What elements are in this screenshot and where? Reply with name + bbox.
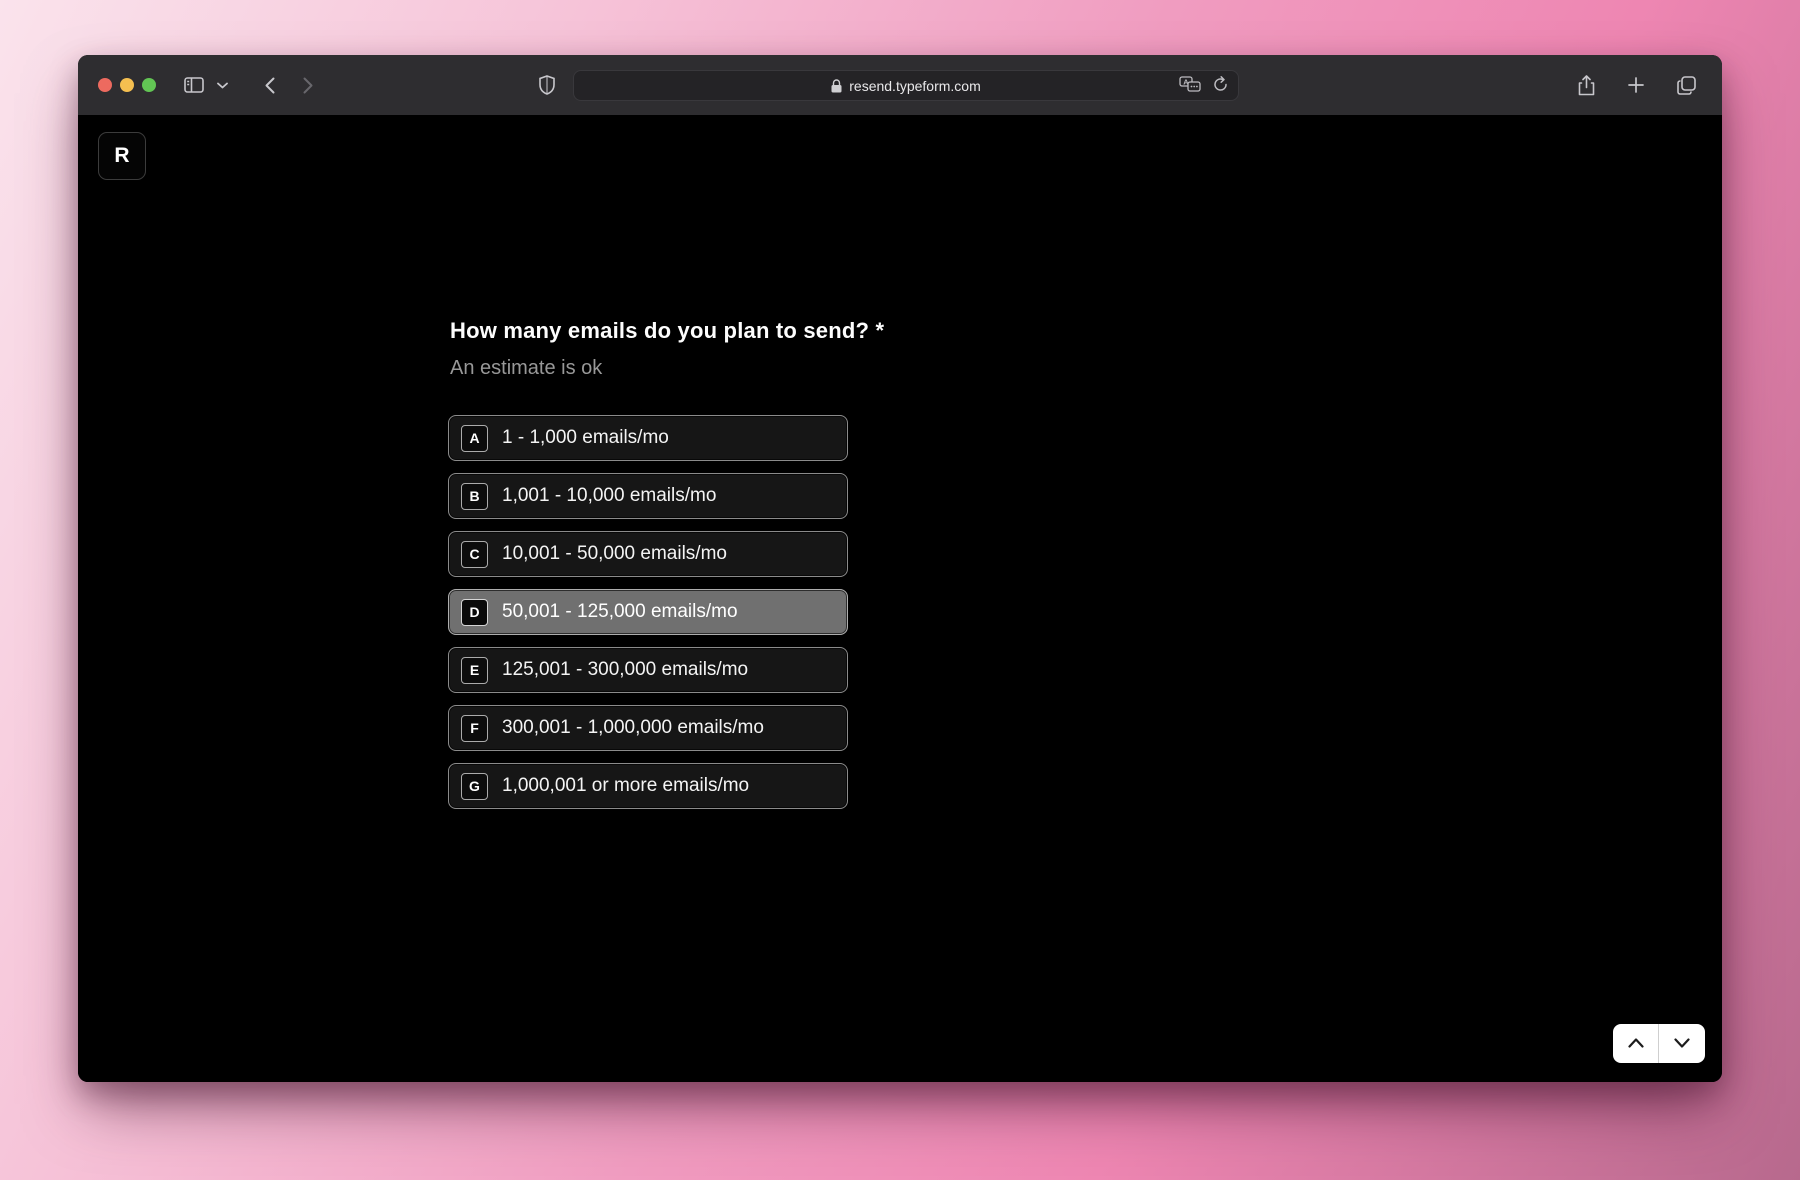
form-navigation xyxy=(1613,1024,1705,1063)
option-a[interactable]: A 1 - 1,000 emails/mo xyxy=(448,415,848,461)
lock-icon xyxy=(831,79,842,93)
url-text: resend.typeform.com xyxy=(849,78,981,94)
share-icon xyxy=(1578,75,1595,96)
next-question-button[interactable] xyxy=(1659,1024,1705,1063)
privacy-report-button[interactable] xyxy=(531,70,563,100)
resend-logo[interactable]: R xyxy=(98,132,146,180)
option-b[interactable]: B 1,001 - 10,000 emails/mo xyxy=(448,473,848,519)
sidebar-toggle-button[interactable] xyxy=(178,70,210,100)
option-label: 1,001 - 10,000 emails/mo xyxy=(502,485,716,507)
page-content: R How many emails do you plan to send? *… xyxy=(78,115,1722,1082)
option-key-badge: B xyxy=(461,483,488,510)
question-title: How many emails do you plan to send? * xyxy=(450,318,884,344)
zoom-window-button[interactable] xyxy=(142,78,156,92)
option-label: 300,001 - 1,000,000 emails/mo xyxy=(502,717,764,739)
option-f[interactable]: F 300,001 - 1,000,000 emails/mo xyxy=(448,705,848,751)
option-e[interactable]: E 125,001 - 300,000 emails/mo xyxy=(448,647,848,693)
new-tab-button[interactable] xyxy=(1620,70,1652,100)
option-key-badge: E xyxy=(461,657,488,684)
chevron-up-icon xyxy=(1628,1035,1644,1053)
browser-toolbar: resend.typeform.com A xyxy=(78,55,1722,115)
chevron-right-icon xyxy=(303,77,313,94)
option-key-badge: F xyxy=(461,715,488,742)
close-window-button[interactable] xyxy=(98,78,112,92)
option-key-badge: D xyxy=(461,599,488,626)
browser-window: resend.typeform.com A xyxy=(78,55,1722,1082)
previous-question-button[interactable] xyxy=(1613,1024,1659,1063)
sidebar-icon xyxy=(184,77,204,93)
chevron-down-nav-icon xyxy=(1674,1035,1690,1053)
forward-button[interactable] xyxy=(292,70,324,100)
tabs-overview-icon xyxy=(1677,76,1696,95)
window-controls xyxy=(98,78,156,92)
option-label: 50,001 - 125,000 emails/mo xyxy=(502,601,738,623)
sidebar-menu-button[interactable] xyxy=(212,70,232,100)
option-key-badge: C xyxy=(461,541,488,568)
option-label: 1 - 1,000 emails/mo xyxy=(502,427,669,449)
logo-letter: R xyxy=(114,144,129,168)
plus-icon xyxy=(1628,77,1644,93)
option-key-badge: G xyxy=(461,773,488,800)
option-d[interactable]: D 50,001 - 125,000 emails/mo xyxy=(448,589,848,635)
share-button[interactable] xyxy=(1570,70,1602,100)
question-subtitle: An estimate is ok xyxy=(450,357,602,380)
option-g[interactable]: G 1,000,001 or more emails/mo xyxy=(448,763,848,809)
back-button[interactable] xyxy=(254,70,286,100)
translate-icon[interactable]: A xyxy=(1179,76,1201,95)
privacy-shield-icon xyxy=(539,75,555,95)
tab-overview-button[interactable] xyxy=(1670,70,1702,100)
reload-icon[interactable] xyxy=(1213,76,1228,95)
address-bar[interactable]: resend.typeform.com A xyxy=(573,70,1239,101)
minimize-window-button[interactable] xyxy=(120,78,134,92)
chevron-left-icon xyxy=(265,77,275,94)
option-c[interactable]: C 10,001 - 50,000 emails/mo xyxy=(448,531,848,577)
option-label: 125,001 - 300,000 emails/mo xyxy=(502,659,748,681)
chevron-down-icon xyxy=(217,82,228,89)
option-label: 10,001 - 50,000 emails/mo xyxy=(502,543,727,565)
option-label: 1,000,001 or more emails/mo xyxy=(502,775,749,797)
answer-options: A 1 - 1,000 emails/mo B 1,001 - 10,000 e… xyxy=(448,415,848,809)
option-key-badge: A xyxy=(461,425,488,452)
